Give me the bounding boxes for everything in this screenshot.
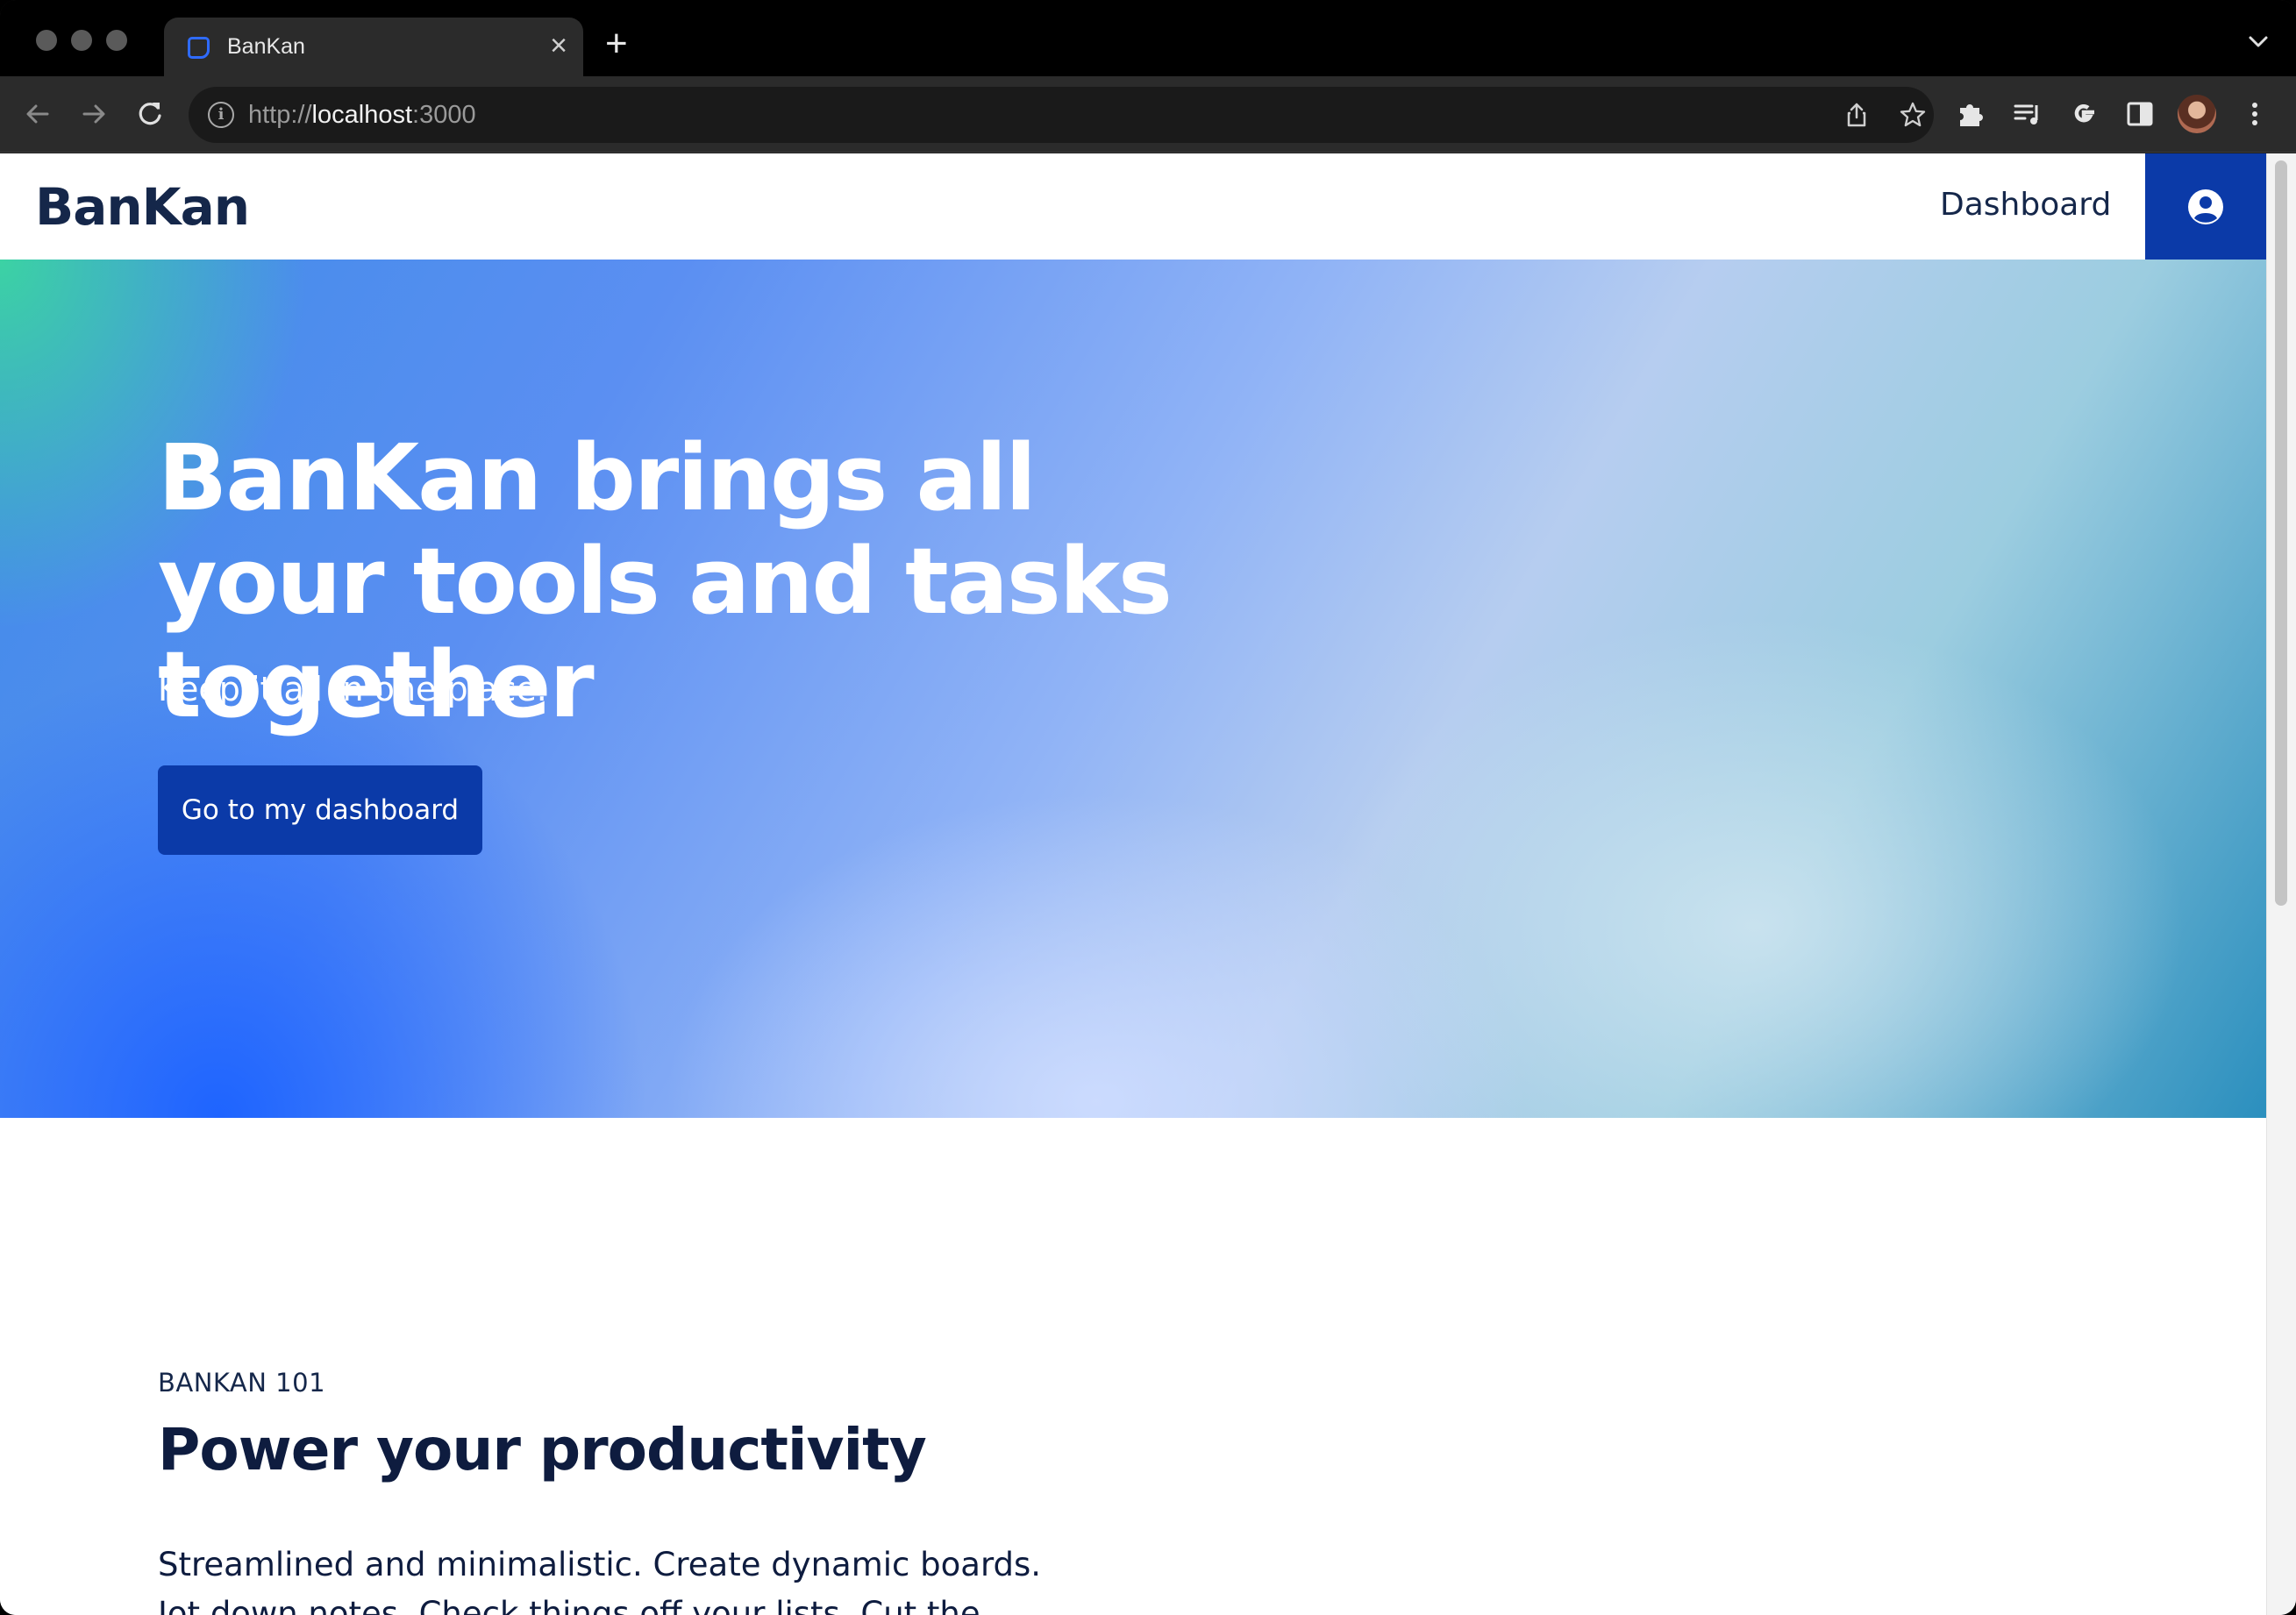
window-close-button[interactable] (36, 30, 57, 51)
address-bar[interactable]: i http://localhost:3000 (189, 87, 1934, 143)
profile-avatar[interactable] (2178, 95, 2216, 133)
tab-favicon-icon (188, 37, 210, 59)
user-circle-icon (2188, 189, 2223, 224)
bookmark-star-icon[interactable] (1899, 101, 1927, 129)
kebab-menu-icon[interactable] (2238, 97, 2271, 131)
account-button[interactable] (2145, 153, 2266, 260)
tab-close-icon[interactable]: × (550, 30, 567, 61)
tab-search-chevron-icon[interactable] (2247, 30, 2270, 53)
tab-title: BanKan (227, 34, 305, 59)
hero-subtitle: Keep it all in one place. (158, 670, 547, 708)
window-minimize-button[interactable] (71, 30, 92, 51)
reload-icon[interactable] (130, 94, 170, 134)
new-tab-button[interactable]: + (605, 25, 628, 63)
back-arrow-icon[interactable] (18, 94, 58, 134)
site-info-icon[interactable]: i (208, 102, 234, 128)
side-panel-icon[interactable] (2123, 97, 2157, 131)
site-header: BanKan Dashboard (0, 153, 2266, 260)
site-logo[interactable]: BanKan (35, 177, 250, 237)
scrollbar-thumb[interactable] (2275, 160, 2287, 906)
forward-arrow-icon[interactable] (74, 94, 114, 134)
page-scrollbar[interactable] (2266, 153, 2296, 1615)
section-body: Streamlined and minimalistic. Create dyn… (158, 1546, 1042, 1615)
intro-section: BANKAN 101 Power your productivity Strea… (0, 1118, 2266, 1615)
reading-list-icon[interactable] (2011, 97, 2044, 131)
page-viewport: BanKan Dashboard BanKan brings all your … (0, 153, 2296, 1615)
tab-strip: BanKan × + (0, 0, 2296, 76)
browser-toolbar: i http://localhost:3000 (0, 76, 2296, 153)
browser-window: BanKan × + i http://localhost:3000 BanKa… (0, 0, 2296, 1615)
section-eyebrow: BANKAN 101 (158, 1368, 326, 1398)
google-g-icon[interactable] (2067, 97, 2100, 131)
go-to-dashboard-button[interactable]: Go to my dashboard (158, 765, 482, 855)
window-maximize-button[interactable] (106, 30, 127, 51)
hero-section: BanKan brings all your tools and tasks t… (0, 260, 2266, 1118)
url-text[interactable]: http://localhost:3000 (248, 101, 476, 130)
nav-dashboard-link[interactable]: Dashboard (1940, 187, 2111, 223)
share-icon[interactable] (1843, 101, 1871, 129)
section-title: Power your productivity (158, 1416, 927, 1483)
extensions-puzzle-icon[interactable] (1955, 97, 1988, 131)
browser-tab[interactable]: BanKan × (164, 18, 583, 76)
